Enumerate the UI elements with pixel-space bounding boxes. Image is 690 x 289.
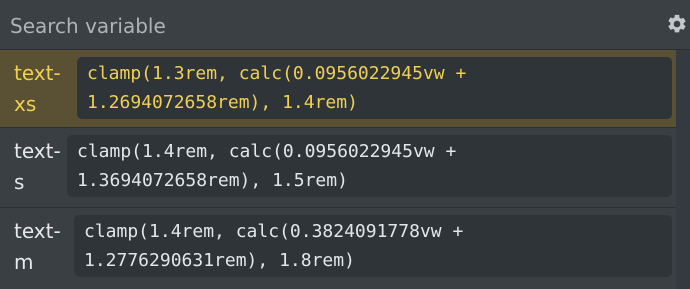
variable-name: text-xs xyxy=(14,61,61,116)
gear-icon[interactable] xyxy=(666,13,688,35)
variable-value[interactable]: clamp(1.4rem, calc(0.3824091778vw + 1.27… xyxy=(74,215,672,277)
scrollbar-track[interactable] xyxy=(676,50,690,289)
search-input[interactable] xyxy=(10,12,650,40)
variable-value[interactable]: clamp(1.4rem, calc(0.0956022945vw + 1.36… xyxy=(67,135,672,197)
variable-row-text-xs[interactable]: text-xs clamp(1.3rem, calc(0.0956022945v… xyxy=(0,50,690,128)
variables-panel: text-xs clamp(1.3rem, calc(0.0956022945v… xyxy=(0,0,690,289)
search-bar xyxy=(0,0,690,50)
variable-name: text-s xyxy=(14,139,61,194)
variable-row-text-m[interactable]: text-m clamp(1.4rem, calc(0.3824091778vw… xyxy=(0,208,690,289)
variable-value[interactable]: clamp(1.3rem, calc(0.0956022945vw + 1.26… xyxy=(77,57,672,119)
variable-row-text-s[interactable]: text-s clamp(1.4rem, calc(0.0956022945vw… xyxy=(0,128,690,208)
variable-name: text-m xyxy=(14,219,61,274)
